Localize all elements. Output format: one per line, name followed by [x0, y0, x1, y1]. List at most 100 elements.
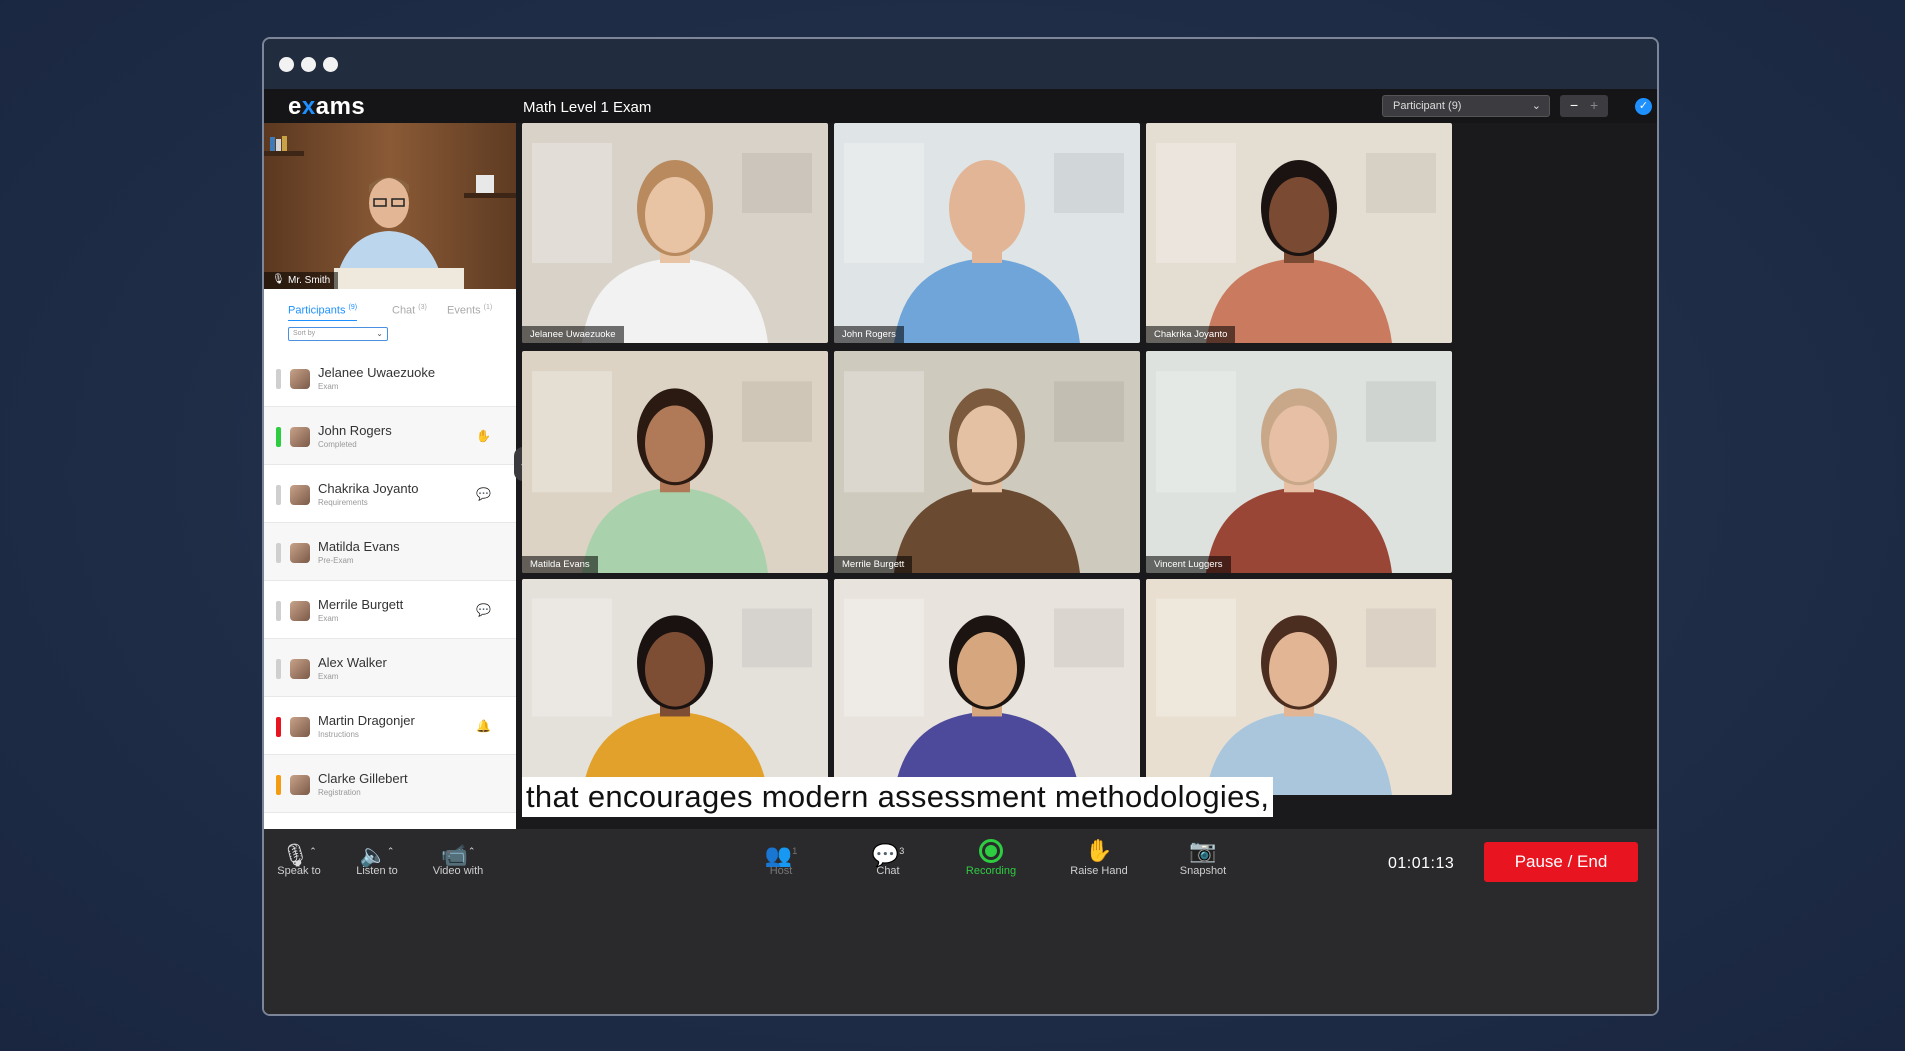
participant-status: Pre-Exam	[318, 556, 354, 565]
speak-to-label: Speak to	[277, 865, 321, 877]
app-window: exams Math Level 1 Exam Participant (9) …	[262, 37, 1659, 1016]
participant-row[interactable]: Julia BowmanCompleted	[264, 813, 516, 829]
video-with-label: Video with	[432, 865, 484, 877]
host-video[interactable]: 🎙 Mr. Smith	[264, 123, 516, 289]
avatar	[290, 717, 310, 737]
host-badge: 1	[792, 846, 798, 856]
microphone-icon: 🎙	[272, 274, 285, 285]
zoom-control: − +	[1560, 95, 1608, 117]
window-dot-maximize[interactable]	[323, 57, 338, 72]
participant-row[interactable]: Clarke Gillebert Registration	[264, 755, 516, 813]
speak-to-button[interactable]: 🎙⌃ Speak to	[264, 837, 334, 877]
chat-badge: 3	[899, 846, 905, 856]
zoom-out-button[interactable]: −	[1570, 97, 1578, 113]
participant-video	[834, 351, 1140, 573]
avatar	[290, 485, 310, 505]
participant-status: Exam	[318, 614, 339, 623]
listen-to-button[interactable]: 🔈⌃ Listen to	[342, 837, 412, 877]
chevron-down-icon: ⌄	[376, 329, 383, 338]
tab-participants[interactable]: Participants (9)	[288, 304, 358, 321]
video-tile[interactable]: Merrile Burgett	[834, 351, 1140, 573]
participant-name: John Rogers	[318, 423, 392, 438]
app-logo: exams	[288, 93, 366, 120]
video-tile[interactable]: Matilda Evans	[522, 351, 828, 573]
participant-name: Chakrika Joyanto	[318, 481, 419, 496]
participant-row[interactable]: John Rogers Completed ✋	[264, 407, 516, 465]
participant-alert-icon[interactable]: 💬	[476, 603, 491, 617]
participant-status: Exam	[318, 672, 339, 681]
participant-video	[1146, 123, 1452, 343]
participant-video	[522, 351, 828, 573]
sort-select[interactable]: Sort by ⌄	[288, 327, 388, 341]
video-tile[interactable]	[522, 579, 828, 795]
pause-end-button[interactable]: Pause / End	[1484, 842, 1638, 882]
zoom-in-button[interactable]: +	[1590, 97, 1598, 113]
participant-list: Jelanee Uwaezuoke Exam John Rogers Complete…	[264, 349, 516, 829]
status-indicator	[276, 485, 281, 505]
tab-count: (1)	[483, 304, 493, 311]
video-with-button[interactable]: 📹⌃ Video with	[423, 837, 493, 877]
avatar	[290, 659, 310, 679]
tab-events[interactable]: Events (1)	[447, 304, 492, 317]
status-indicator	[276, 659, 281, 679]
avatar	[290, 775, 310, 795]
participant-status: Instructions	[318, 730, 359, 739]
participant-select-value: Participant (9)	[1393, 100, 1462, 112]
participant-row[interactable]: Chakrika Joyanto Requirements 💬	[264, 465, 516, 523]
sort-select-value: Sort by	[293, 330, 316, 337]
participant-alert-icon[interactable]: 💬	[476, 487, 491, 501]
top-bar: exams Math Level 1 Exam Participant (9) …	[264, 89, 1657, 123]
speaker-icon: 🔈⌃	[359, 842, 395, 868]
participant-video	[1146, 351, 1452, 573]
participant-name: Alex Walker	[318, 655, 387, 670]
exam-title: Math Level 1 Exam	[523, 99, 652, 116]
host-name-tag: 🎙 Mr. Smith	[264, 272, 339, 289]
camera-icon: 📹⌃	[440, 842, 476, 868]
participant-name: Merrile Burgett	[318, 597, 404, 612]
window-dot-close[interactable]	[279, 57, 294, 72]
participant-video	[834, 579, 1140, 795]
chat-button[interactable]: 💬3 Chat	[853, 837, 923, 877]
participant-video	[1146, 579, 1452, 795]
status-indicator	[276, 601, 281, 621]
participant-row[interactable]: Merrile Burgett Exam 💬	[264, 581, 516, 639]
participant-name: Martin Dragonjer	[318, 713, 415, 728]
record-icon	[956, 837, 1026, 865]
video-tile[interactable]	[1146, 579, 1452, 795]
snapshot-button[interactable]: 📷 Snapshot	[1168, 837, 1238, 877]
participant-alert-icon[interactable]: ✋	[476, 429, 491, 443]
recording-label: Recording	[965, 865, 1017, 877]
participant-name-tag: Jelanee Uwaezuoke	[522, 326, 624, 343]
participant-row[interactable]: Jelanee Uwaezuoke Exam	[264, 349, 516, 407]
host-button[interactable]: 👥1 Host	[746, 837, 816, 877]
tab-label: Events	[447, 304, 481, 317]
video-tile[interactable]: John Rogers	[834, 123, 1140, 343]
participant-row[interactable]: Matilda Evans Pre-Exam	[264, 523, 516, 581]
participant-name-tag: Vincent Luggers	[1146, 556, 1231, 573]
raise-hand-button[interactable]: ✋ Raise Hand	[1064, 837, 1134, 877]
snapshot-camera-icon: 📷	[1189, 838, 1217, 863]
window-dot-minimize[interactable]	[301, 57, 316, 72]
participant-name-tag: Merrile Burgett	[834, 556, 913, 573]
video-grid: ‹ › Jelanee UwaezuokeJohn RogersChakrika…	[514, 123, 1657, 829]
tab-chat[interactable]: Chat (3)	[392, 304, 427, 317]
people-icon: 👥1	[764, 842, 798, 868]
video-tile[interactable]: Jelanee Uwaezuoke	[522, 123, 828, 343]
tab-count: (3)	[418, 304, 427, 311]
participants-sidebar: Participants (9) Chat (3) Events (1) Sort b…	[264, 289, 516, 829]
video-tile[interactable]: Chakrika Joyanto	[1146, 123, 1452, 343]
recording-button[interactable]: Recording	[956, 837, 1026, 877]
raise-hand-label: Raise Hand	[1070, 865, 1128, 877]
chevron-down-icon: ⌄	[1531, 100, 1541, 112]
participant-alert-icon[interactable]: 🔔	[476, 719, 491, 733]
shield-check-icon[interactable]: ✓	[1635, 98, 1652, 115]
participant-row[interactable]: Martin Dragonjer Instructions 🔔	[264, 697, 516, 755]
avatar	[290, 427, 310, 447]
participant-select[interactable]: Participant (9) ⌄	[1382, 95, 1550, 117]
video-tile[interactable]	[834, 579, 1140, 795]
participant-row[interactable]: Alex Walker Exam	[264, 639, 516, 697]
status-indicator	[276, 427, 281, 447]
avatar	[290, 369, 310, 389]
video-tile[interactable]: Vincent Luggers	[1146, 351, 1452, 573]
participant-name-tag: Matilda Evans	[522, 556, 598, 573]
